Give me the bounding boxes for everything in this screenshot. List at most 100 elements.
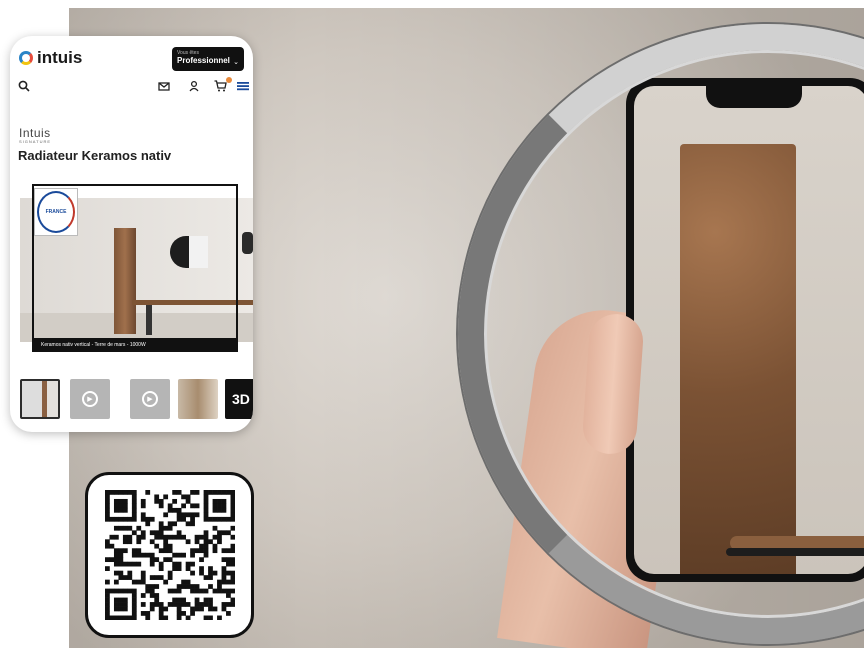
qr-module [230, 561, 235, 567]
product-title: Radiateur Keramos nativ [18, 148, 172, 163]
qr-module [185, 494, 191, 500]
qr-module [140, 498, 146, 504]
qr-module [212, 534, 218, 540]
qr-module [203, 597, 209, 603]
thumbnail-video-2[interactable]: ▶ [130, 379, 170, 419]
qr-module [154, 494, 160, 500]
user-icon[interactable] [188, 80, 200, 95]
qr-module [172, 552, 178, 558]
qr-module [199, 606, 204, 612]
qr-module [212, 525, 218, 531]
qr-module [194, 534, 200, 540]
menu-icon[interactable] [237, 80, 249, 95]
qr-module [230, 525, 235, 531]
qr-module [113, 525, 119, 531]
qr-code-card[interactable] [85, 472, 254, 638]
qr-module [230, 516, 235, 522]
qr-module [190, 588, 195, 594]
qr-module [131, 516, 137, 522]
qr-module [208, 539, 213, 545]
qr-module [172, 602, 178, 607]
qr-module [136, 534, 142, 540]
qr-module [230, 575, 235, 580]
qr-module [149, 539, 155, 545]
qr-module [230, 503, 235, 509]
intuis-logo[interactable]: intuis [19, 48, 82, 68]
qr-module [131, 588, 137, 594]
qr-module [203, 534, 209, 540]
qr-module [194, 584, 200, 589]
qr-module [113, 588, 119, 594]
qr-module [118, 561, 124, 567]
qr-module [176, 566, 182, 571]
qr-module [203, 530, 209, 536]
qr-module [203, 588, 209, 594]
logo-ring-icon [19, 51, 33, 65]
qr-module [203, 539, 209, 545]
thumbnail-video-1[interactable]: ▶ [70, 379, 110, 419]
qr-module [190, 521, 195, 527]
play-icon: ▶ [82, 391, 98, 407]
qr-module [140, 575, 146, 580]
qr-module [131, 503, 137, 509]
thumbnail-3d-label: 3D [232, 391, 250, 407]
qr-module [113, 490, 119, 495]
qr-module [113, 552, 119, 558]
thumbnail-photo-1[interactable] [20, 379, 60, 419]
qr-module [230, 543, 235, 549]
qr-module [105, 602, 110, 607]
qr-module [226, 516, 231, 522]
qr-module [172, 588, 178, 594]
thumbnail-3d[interactable]: 3D [225, 379, 253, 419]
qr-module [172, 490, 178, 495]
thumbnail-photo-2[interactable] [178, 379, 218, 419]
qr-module [212, 543, 218, 549]
qr-module [105, 606, 110, 612]
qr-module [172, 507, 178, 513]
qr-module [113, 615, 119, 620]
qr-module [226, 557, 231, 563]
qr-module [136, 552, 142, 558]
qr-module [118, 597, 124, 603]
qr-module [105, 512, 110, 518]
qr-module [208, 615, 213, 620]
qr-module [167, 557, 173, 563]
profile-select[interactable]: Vous êtes Professionnel ⌄ [172, 47, 244, 71]
qr-module [190, 503, 195, 509]
qr-module [118, 557, 124, 563]
qr-module [140, 593, 146, 598]
qr-module [176, 552, 182, 558]
qr-module [145, 584, 151, 589]
qr-module [185, 602, 191, 607]
qr-module [185, 561, 191, 567]
qr-module [185, 512, 191, 518]
qr-module [190, 512, 195, 518]
qr-module [221, 530, 227, 536]
qr-module [122, 548, 128, 554]
qr-module [118, 602, 124, 607]
cart-icon[interactable] [214, 80, 227, 95]
qr-module [140, 552, 146, 558]
logo-text: intuis [37, 48, 83, 67]
qr-module [203, 512, 209, 518]
brand-subtitle: SIGNATURE [19, 139, 52, 144]
qr-module [167, 525, 173, 531]
qr-module [226, 490, 231, 495]
qr-module [158, 615, 164, 620]
qr-module [181, 503, 186, 509]
qr-module [221, 490, 227, 495]
qr-module [127, 561, 133, 567]
qr-module [217, 507, 222, 513]
qr-module [185, 498, 191, 504]
qr-module [154, 543, 160, 549]
qr-module [131, 512, 137, 518]
qr-module [136, 539, 142, 545]
qr-module [105, 503, 110, 509]
qr-module [105, 611, 110, 616]
qr-module [105, 498, 110, 504]
qr-module [221, 566, 227, 571]
search-icon[interactable] [18, 80, 30, 95]
qr-module [149, 606, 155, 612]
mail-icon[interactable] [158, 80, 170, 95]
qr-module [113, 597, 119, 603]
